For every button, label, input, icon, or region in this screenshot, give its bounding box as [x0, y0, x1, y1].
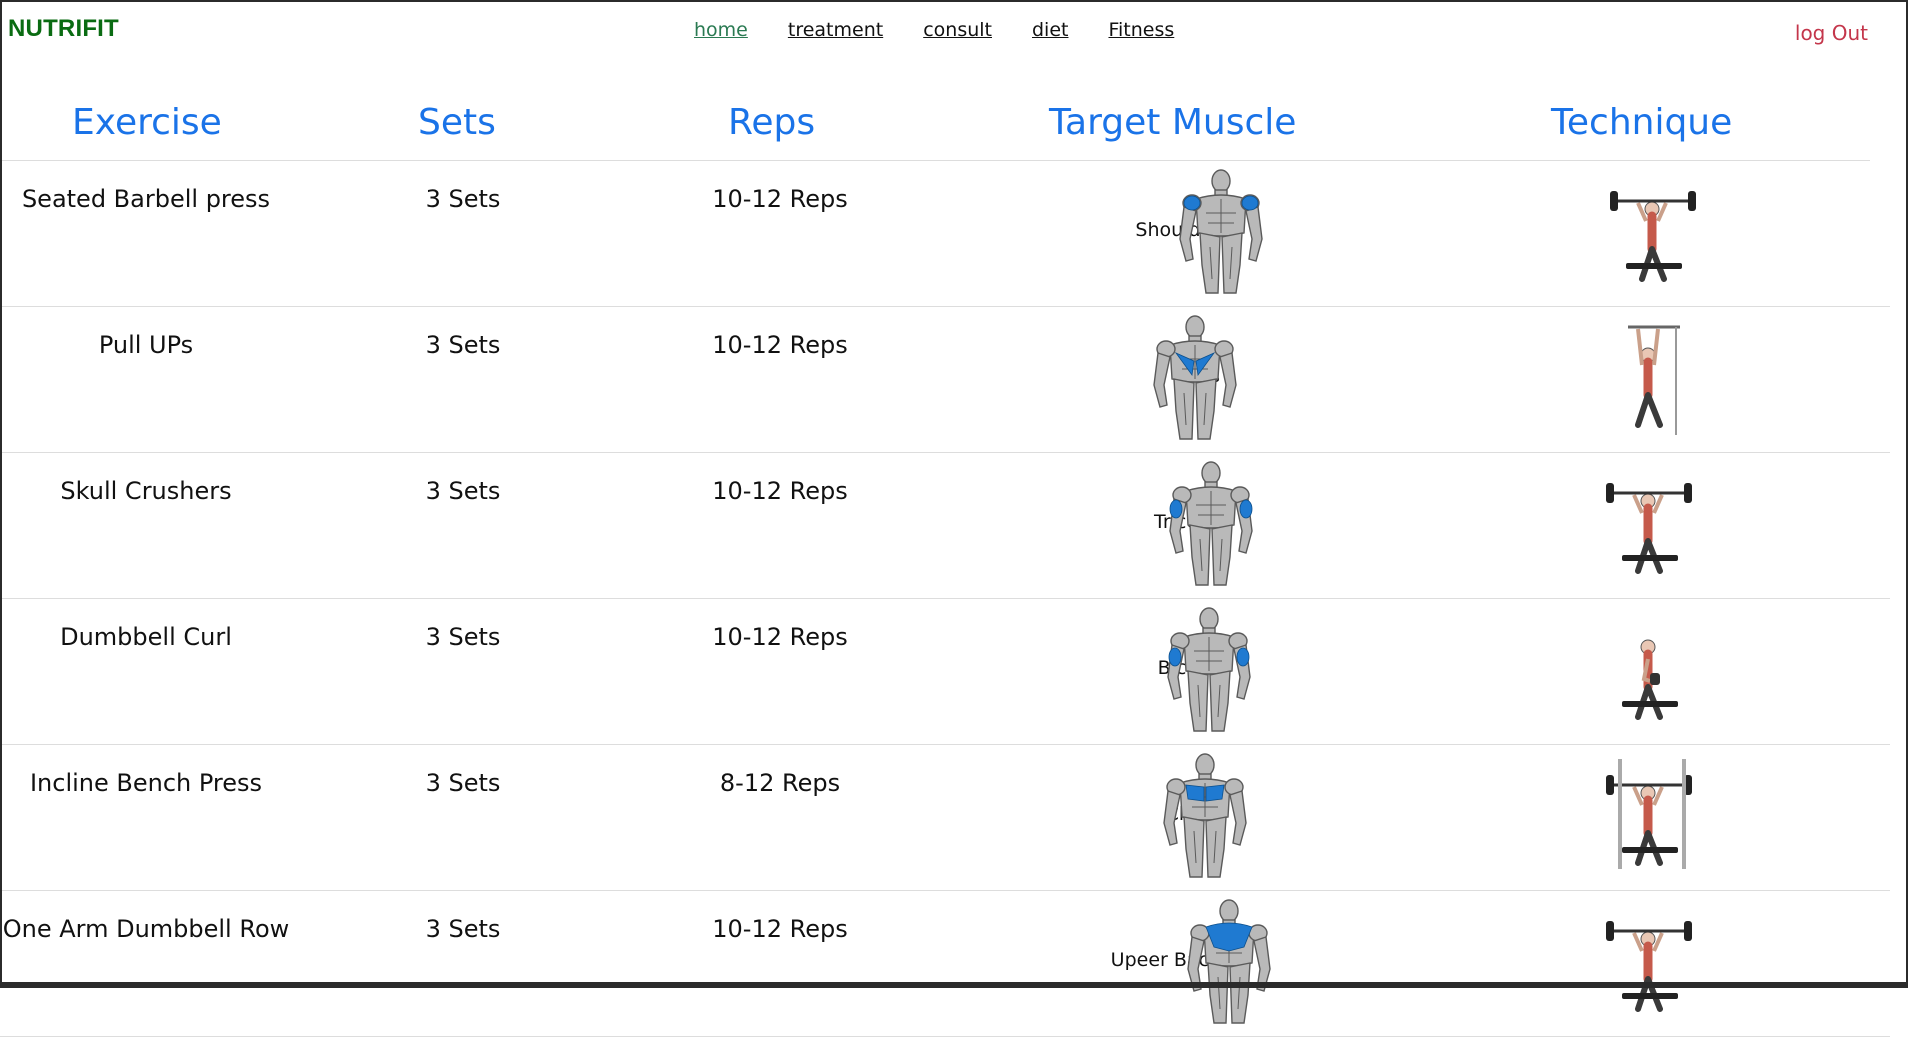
exercise-name: One Arm Dumbbell Row	[2, 915, 290, 943]
technique-image	[1588, 755, 1708, 879]
sets-value: 3 Sets	[425, 915, 501, 943]
target-muscle-diagram	[1140, 315, 1250, 443]
target-muscle-diagram	[1154, 607, 1264, 735]
technique-image	[1592, 171, 1712, 295]
target-muscle-diagram	[1150, 753, 1260, 881]
sets-value: 3 Sets	[425, 769, 501, 797]
table-body: Seated Barbell press 3 Sets 10-12 Reps Shou…	[0, 161, 1890, 1037]
table-row: Dumbbell Curl3 Sets10-12 RepsBiceps	[0, 599, 1890, 745]
exercise-table: Exercise Sets Reps Target Muscle Techniq…	[0, 98, 1890, 1037]
table-row: One Arm Dumbbell Row 3 Sets 10-12 Reps Upee…	[0, 891, 1890, 1037]
exercise-name: Pull UPs	[98, 331, 194, 359]
reps-value: 10-12 Reps	[712, 477, 848, 505]
target-muscle-diagram	[1174, 899, 1284, 1027]
technique-image	[1588, 463, 1708, 587]
target-muscle-diagram	[1156, 461, 1266, 589]
header-target-muscle: Target Muscle	[1049, 102, 1297, 143]
exercise-name: Dumbbell Curl	[60, 623, 232, 651]
reps-value: 10-12 Reps	[712, 915, 848, 943]
navbar: NUTRIFIT home treatment consult diet Fit…	[0, 0, 1908, 62]
sets-value: 3 Sets	[425, 623, 501, 651]
technique-image	[1588, 901, 1708, 1025]
nav-consult-link[interactable]: consult	[923, 19, 992, 41]
exercise-name: Seated Barbell press	[21, 185, 271, 213]
header-reps: Reps	[728, 102, 816, 143]
reps-value: 10-12 Reps	[712, 623, 848, 651]
main-nav: home treatment consult diet Fitness	[694, 19, 1174, 41]
technique-image	[1588, 317, 1708, 441]
nav-fitness-link[interactable]: Fitness	[1108, 19, 1174, 41]
nav-diet-link[interactable]: diet	[1032, 19, 1068, 41]
sets-value: 3 Sets	[425, 331, 501, 359]
nav-treatment-link[interactable]: treatment	[788, 19, 883, 41]
reps-value: 10-12 Reps	[712, 331, 848, 359]
nav-home-link[interactable]: home	[694, 19, 748, 41]
table-row: Pull UPs3 Sets10-12 RepsLats	[0, 307, 1890, 453]
sets-value: 3 Sets	[425, 185, 501, 213]
table-row: Seated Barbell press 3 Sets 10-12 Reps Shou…	[0, 161, 1890, 307]
sets-value: 3 Sets	[425, 477, 501, 505]
exercise-name: Skull Crushers	[60, 477, 232, 505]
table-row: Incline Bench Press3 Sets8-12 RepsChest	[0, 745, 1890, 891]
table-row: Skull Crushers 3 Sets 10-12 Reps Triceps	[0, 453, 1890, 599]
table-header: Exercise Sets Reps Target Muscle Techniq…	[0, 98, 1870, 161]
target-muscle-diagram	[1166, 169, 1276, 297]
logout-link[interactable]: log Out	[1795, 21, 1868, 45]
brand-logo[interactable]: NUTRIFIT	[8, 15, 119, 43]
reps-value: 10-12 Reps	[712, 185, 848, 213]
header-sets: Sets	[418, 102, 496, 143]
reps-value: 8-12 Reps	[719, 769, 841, 797]
header-technique: Technique	[1551, 102, 1733, 143]
technique-image	[1588, 609, 1708, 733]
exercise-name: Incline Bench Press	[29, 769, 263, 797]
header-exercise: Exercise	[72, 102, 222, 143]
